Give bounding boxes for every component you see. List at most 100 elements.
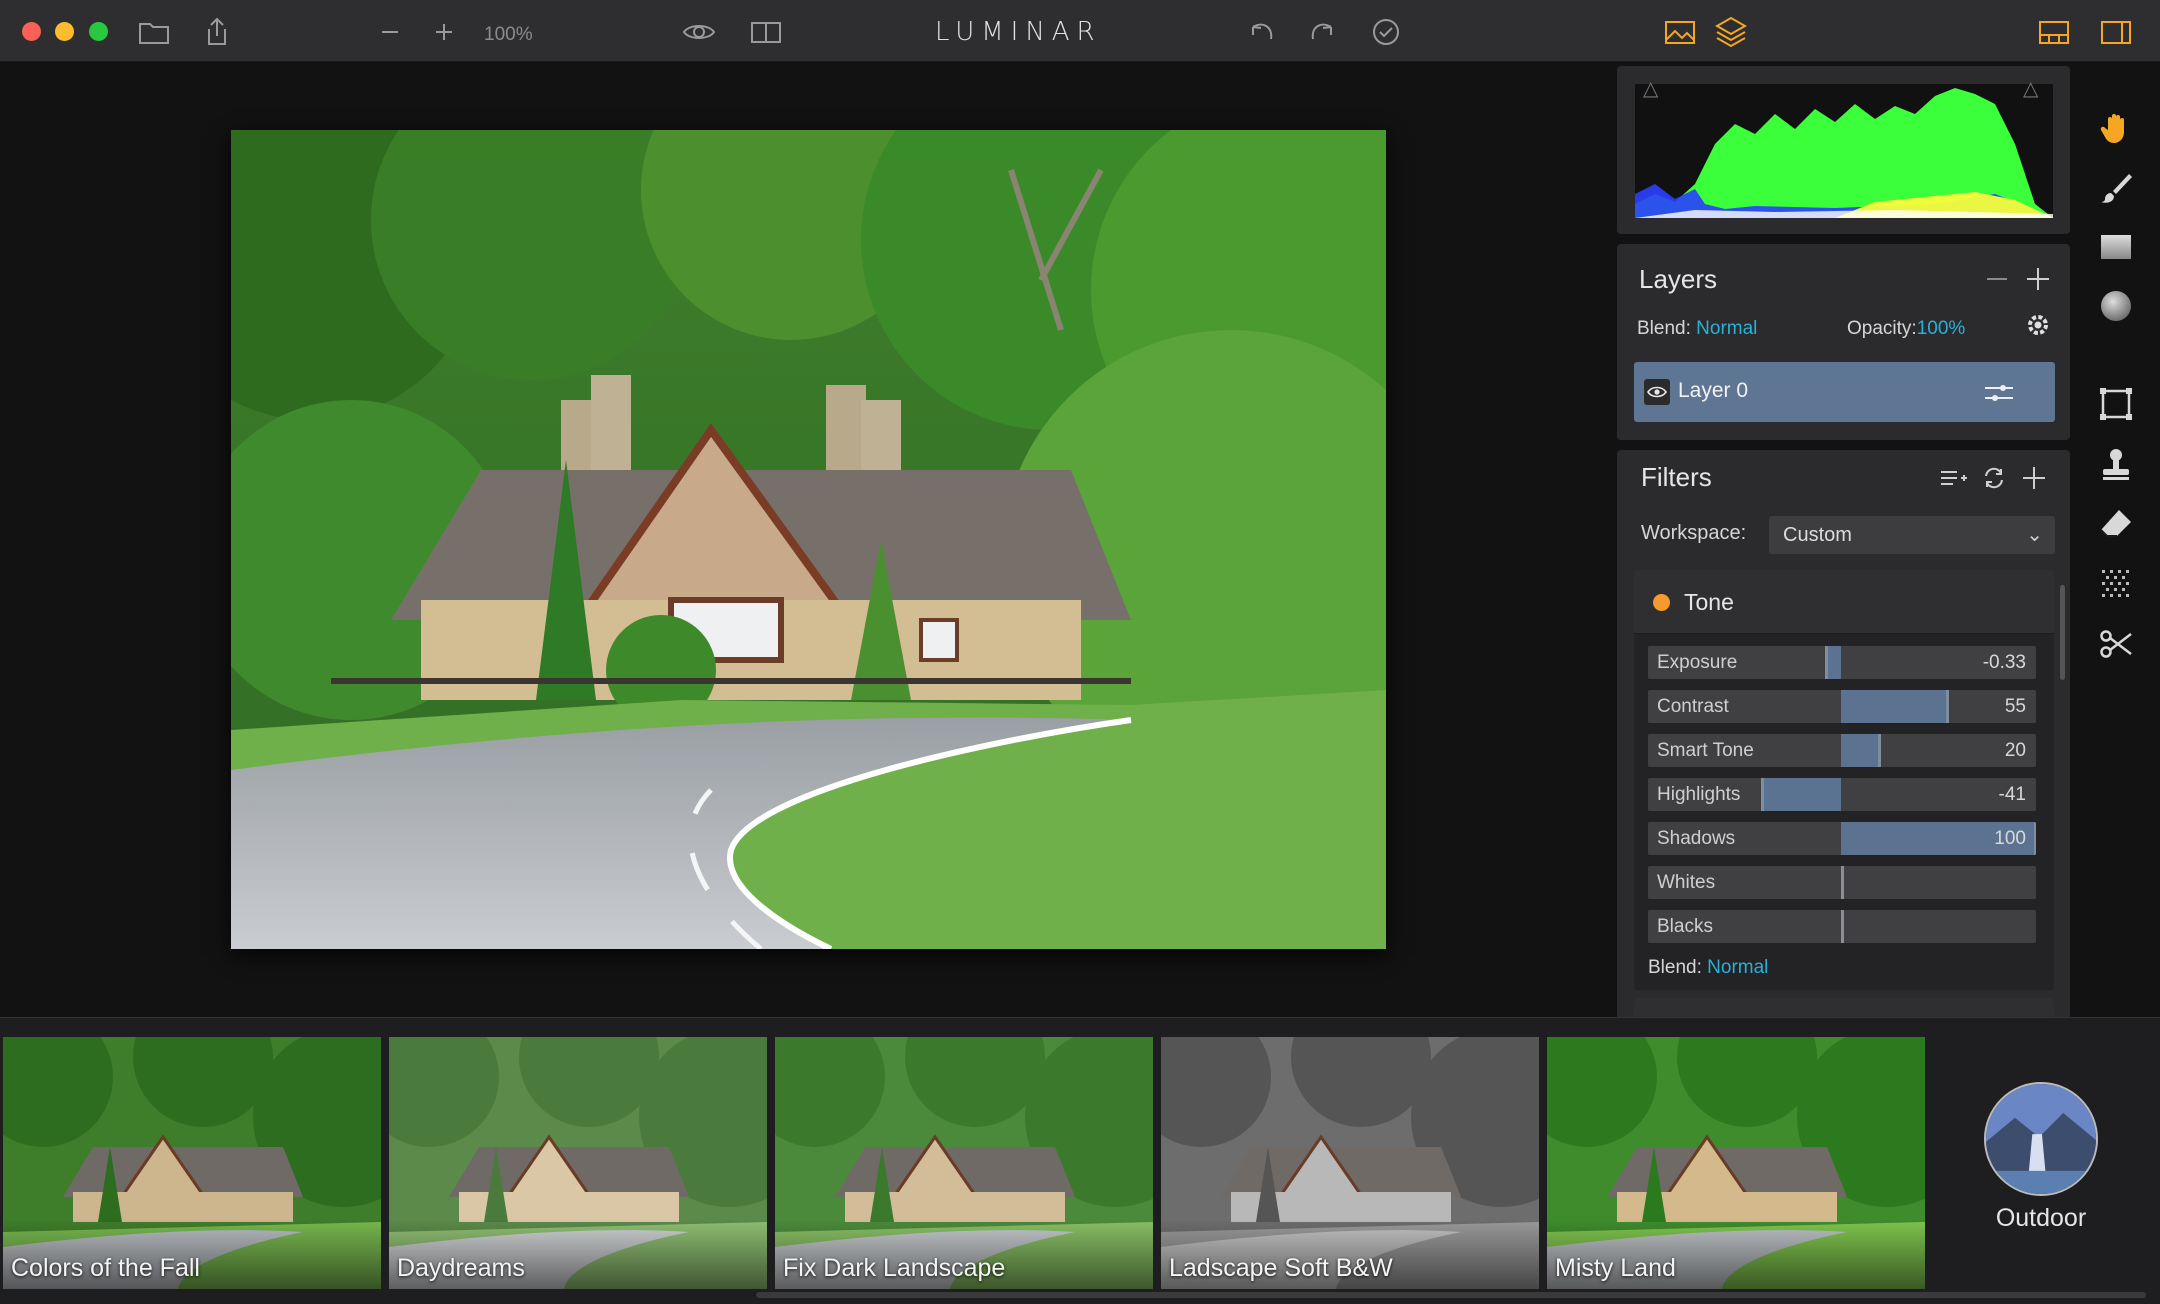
slider-handle[interactable] <box>1761 778 1764 811</box>
next-filter-card[interactable] <box>1634 998 2054 1017</box>
hand-icon[interactable] <box>2096 108 2136 148</box>
preset-thumb[interactable]: Misty Land <box>1547 1037 1925 1289</box>
gradient-icon[interactable] <box>2096 227 2136 267</box>
slider-smart-tone[interactable]: Smart Tone 20 <box>1648 734 2036 767</box>
layers-icon[interactable] <box>1711 14 1751 50</box>
filter-refresh-icon[interactable] <box>1981 466 2007 496</box>
shadow-clipping-icon[interactable]: △ <box>1643 76 1665 100</box>
layer-blend-value[interactable]: Normal <box>1696 318 1757 339</box>
slider-handle[interactable] <box>1825 646 1828 679</box>
tool-strip <box>2074 62 2160 1017</box>
histogram <box>1635 84 2053 218</box>
zoom-out-icon[interactable] <box>370 14 410 50</box>
share-icon[interactable] <box>197 14 237 50</box>
slider-exposure[interactable]: Exposure -0.33 <box>1648 646 2036 679</box>
layer-blend[interactable]: Blend: Normal <box>1637 318 1757 340</box>
history-icon[interactable] <box>1366 14 1406 50</box>
workspace-select[interactable]: Custom ⌄ <box>1769 516 2055 554</box>
layer-settings-gear-icon[interactable] <box>2025 312 2051 344</box>
slider-value: 100 <box>1994 828 2026 849</box>
zoom-level[interactable]: 100% <box>484 24 533 46</box>
preset-thumb[interactable]: Fix Dark Landscape <box>775 1037 1153 1289</box>
app-title: LUMINAR <box>935 17 1102 47</box>
filters-card: Filters Workspace: Custom ⌄ Tone Exposur… <box>1617 450 2070 1017</box>
layer-name: Layer 0 <box>1678 379 1749 402</box>
slider-fill <box>1841 690 1948 723</box>
workspace-label: Workspace: <box>1641 522 1747 544</box>
slider-label: Contrast <box>1657 696 1729 717</box>
crop-icon[interactable] <box>2096 384 2136 424</box>
slider-label: Shadows <box>1657 828 1736 849</box>
preset-thumb[interactable]: Colors of the Fall <box>3 1037 381 1289</box>
zoom-window-button[interactable] <box>89 22 108 41</box>
slider-handle[interactable] <box>1878 734 1881 767</box>
chevron-down-icon: ⌄ <box>2026 524 2043 546</box>
redo-icon[interactable] <box>1304 14 1344 50</box>
eraser-icon[interactable] <box>2096 504 2136 544</box>
preset-category-thumb[interactable] <box>1984 1082 2098 1196</box>
preset-name: Daydreams <box>397 1254 525 1282</box>
slider-whites[interactable]: Whites <box>1648 866 2036 899</box>
layers-card: Layers Blend: Normal Opacity:100% Layer … <box>1617 244 2070 440</box>
tone-header[interactable]: Tone <box>1634 570 2054 634</box>
layer-opacity-value[interactable]: 100% <box>1917 318 1966 339</box>
slider-handle[interactable] <box>1946 690 1949 723</box>
preset-name: Ladscape Soft B&W <box>1169 1254 1393 1282</box>
tone-blend-value[interactable]: Normal <box>1707 957 1768 978</box>
add-filter-button[interactable] <box>2021 463 2047 499</box>
slider-contrast[interactable]: Contrast 55 <box>1648 690 2036 723</box>
slider-handle[interactable] <box>2034 822 2036 855</box>
presets-scrollbar[interactable] <box>756 1292 2146 1298</box>
slider-handle[interactable] <box>1841 866 1844 899</box>
tone-filter: Tone Exposure -0.33 Contrast 55 Smart Tone 20… <box>1634 570 2054 990</box>
preset-thumb[interactable]: Daydreams <box>389 1037 767 1289</box>
layers-title: Layers <box>1639 264 1718 294</box>
image-icon[interactable] <box>1660 14 1700 50</box>
filter-list-icon[interactable] <box>1939 466 1967 496</box>
brush-icon[interactable] <box>2096 168 2136 208</box>
layer-row-selected[interactable]: Layer 0 <box>1634 362 2055 422</box>
close-window-button[interactable] <box>22 22 41 41</box>
undo-icon[interactable] <box>1240 14 1280 50</box>
layer-visibility-eye-icon[interactable] <box>1644 379 1670 405</box>
layer-opacity[interactable]: Opacity:100% <box>1847 318 1965 340</box>
workspace-value: Custom <box>1783 524 1852 546</box>
filters-scrollbar[interactable] <box>2060 585 2065 680</box>
main-photo[interactable] <box>231 130 1386 949</box>
layer-blend-label: Blend: <box>1637 318 1691 339</box>
tone-toggle-dot[interactable] <box>1653 594 1670 611</box>
slider-fill <box>1841 734 1880 767</box>
sidebar-icon[interactable] <box>2096 14 2136 50</box>
preset-name: Misty Land <box>1555 1254 1676 1282</box>
slider-value: 20 <box>2004 740 2026 761</box>
zoom-in-icon[interactable] <box>424 14 464 50</box>
slider-blacks[interactable]: Blacks <box>1648 910 2036 943</box>
folder-icon[interactable] <box>134 14 174 50</box>
slider-label: Whites <box>1657 872 1716 893</box>
slider-label: Smart Tone <box>1657 740 1754 761</box>
preset-thumb[interactable]: Ladscape Soft B&W <box>1161 1037 1539 1289</box>
tone-blend[interactable]: Blend: Normal <box>1648 957 1768 979</box>
remove-layer-button[interactable] <box>1985 264 2009 300</box>
layer-adjust-icon[interactable] <box>1983 382 2015 409</box>
histogram-card: △ △ <box>1617 66 2070 234</box>
image-canvas[interactable] <box>0 62 1614 1017</box>
preset-name: Colors of the Fall <box>11 1254 200 1282</box>
add-layer-button[interactable] <box>2025 264 2051 300</box>
preset-category-label[interactable]: Outdoor <box>1960 1204 2122 1233</box>
highlight-clipping-icon[interactable]: △ <box>2023 76 2045 100</box>
eye-icon[interactable] <box>679 14 719 50</box>
compare-icon[interactable] <box>746 14 786 50</box>
minimize-window-button[interactable] <box>55 22 74 41</box>
slider-fill <box>1761 778 1841 811</box>
radial-icon[interactable] <box>2096 286 2136 326</box>
slider-handle[interactable] <box>1841 910 1844 943</box>
scissors-icon[interactable] <box>2096 624 2136 664</box>
filters-title: Filters <box>1641 462 1712 492</box>
slider-shadows[interactable]: Shadows 100 <box>1648 822 2036 855</box>
slider-highlights[interactable]: Highlights -41 <box>1648 778 2036 811</box>
stamp-icon[interactable] <box>2096 444 2136 484</box>
noise-icon[interactable] <box>2096 564 2136 604</box>
slider-value: 55 <box>2004 696 2026 717</box>
filmstrip-icon[interactable] <box>2034 14 2074 50</box>
